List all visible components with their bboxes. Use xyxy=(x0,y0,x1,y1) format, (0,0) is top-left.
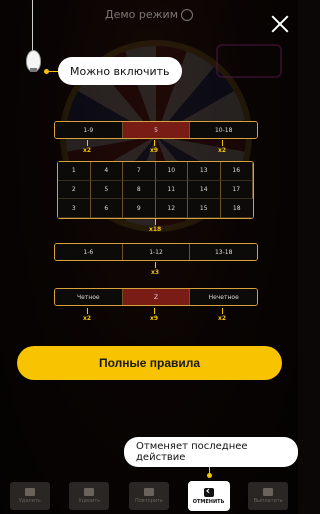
bet-row-top: 1-9 5 10-18 xyxy=(54,121,258,139)
number-cell[interactable]: 6 xyxy=(90,199,123,218)
bet-cell[interactable]: 1-6 xyxy=(55,244,123,260)
toolbar-label: Удвоить xyxy=(78,498,101,504)
multiplier-label: x18 xyxy=(149,219,162,233)
double-icon xyxy=(84,488,95,496)
bet-cell[interactable]: Z xyxy=(122,289,191,305)
full-rules-button[interactable]: Полные правила xyxy=(17,346,282,380)
number-cell[interactable]: 4 xyxy=(90,162,123,181)
bet-cell[interactable]: Четное xyxy=(55,289,123,305)
bet-cell[interactable]: 1-12 xyxy=(122,244,191,260)
number-cell[interactable]: 8 xyxy=(123,180,156,200)
toolbar-label: Удалить xyxy=(18,498,41,504)
undo-tooltip: Отменяет последнее действие xyxy=(124,437,298,478)
bet-cell[interactable]: Нечетное xyxy=(190,289,257,305)
multiplier-label: x2 xyxy=(83,140,92,154)
number-cell[interactable]: 9 xyxy=(123,199,156,218)
multiplier-label: x3 xyxy=(151,262,160,276)
multiplier-label: x9 xyxy=(150,308,159,322)
close-button[interactable] xyxy=(270,14,290,34)
info-icon xyxy=(181,9,193,21)
number-grid: 1 4 7 10 13 16 2 5 8 11 14 17 3 6 9 12 1… xyxy=(57,161,254,219)
lightbulb-icon[interactable] xyxy=(26,50,41,72)
multiplier-label: x2 xyxy=(218,140,227,154)
double-button[interactable]: Удвоить xyxy=(69,482,110,510)
number-cell[interactable]: 14 xyxy=(188,180,221,200)
bet-cell[interactable]: 1-9 xyxy=(55,122,123,138)
toolbar-label: Повторить xyxy=(134,498,163,504)
number-cell[interactable]: 10 xyxy=(155,162,188,181)
light-tooltip-text: Можно включить xyxy=(70,64,170,78)
delete-button[interactable]: Удалить xyxy=(9,482,50,510)
page-title: Демо режим xyxy=(0,8,298,21)
number-cell[interactable]: 13 xyxy=(188,162,221,181)
number-cell[interactable]: 5 xyxy=(90,180,123,200)
number-cell[interactable]: 1 xyxy=(58,162,91,181)
number-cell[interactable]: 2 xyxy=(58,180,91,200)
bet-cell[interactable]: 13-18 xyxy=(190,244,257,260)
payout-icon xyxy=(263,488,274,496)
number-cell[interactable]: 3 xyxy=(58,199,91,218)
toolbar-label: ОТМЕНИТЬ xyxy=(192,498,225,505)
number-cell[interactable]: 12 xyxy=(155,199,188,218)
bottom-toolbar: Удалить Удвоить Повторить ОТМЕНИТЬ Выпла… xyxy=(0,478,298,514)
number-cell[interactable]: 7 xyxy=(123,162,156,181)
payout-button[interactable]: Выплатить xyxy=(248,482,289,510)
multiplier-label: x2 xyxy=(218,308,227,322)
repeat-icon xyxy=(143,488,154,496)
bet-cell[interactable]: 10-18 xyxy=(190,122,257,138)
bet-row-middle: 1-6 1-12 13-18 xyxy=(54,243,258,261)
repeat-button[interactable]: Повторить xyxy=(128,482,169,510)
backspace-icon xyxy=(203,484,214,497)
number-cell[interactable]: 18 xyxy=(220,199,253,218)
light-tooltip: Можно включить xyxy=(44,57,182,85)
bet-cell[interactable]: 5 xyxy=(122,122,191,138)
undo-tooltip-text: Отменяет последнее действие xyxy=(136,441,248,463)
number-cell[interactable]: 15 xyxy=(188,199,221,218)
toolbar-label: Выплатить xyxy=(253,498,283,504)
number-cell[interactable]: 16 xyxy=(220,162,253,181)
bet-row-bottom: Четное Z Нечетное xyxy=(54,288,258,306)
undo-button[interactable]: ОТМЕНИТЬ xyxy=(188,482,229,510)
number-cell[interactable]: 11 xyxy=(155,180,188,200)
multiplier-label: x2 xyxy=(83,308,92,322)
bulb-wire xyxy=(32,0,33,52)
number-cell[interactable]: 17 xyxy=(220,180,253,200)
multiplier-label: x9 xyxy=(150,140,159,154)
trash-icon xyxy=(24,488,35,496)
